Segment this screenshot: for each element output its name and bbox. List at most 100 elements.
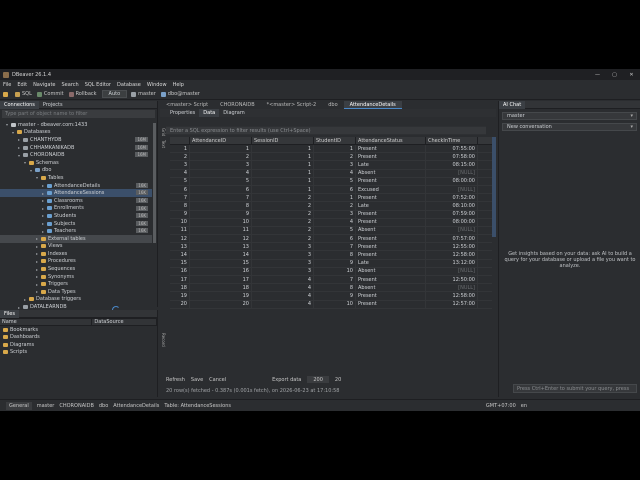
table-cell[interactable]: 3	[252, 267, 314, 275]
tree-node[interactable]: ▸ External tables	[0, 234, 152, 243]
row-number[interactable]: 12	[170, 235, 190, 243]
table-cell[interactable]: Present	[356, 300, 426, 308]
row-number[interactable]: 6	[170, 185, 190, 194]
table-cell[interactable]: [NULL]	[426, 169, 478, 177]
table-row[interactable]: 10 10 2 4 Present 08:00:00	[170, 218, 492, 227]
table-cell[interactable]: 8	[314, 251, 356, 259]
new-connection-button[interactable]	[3, 91, 10, 97]
tree-node[interactable]: ▸ Indexes	[0, 250, 152, 258]
table-cell[interactable]: Absent	[356, 169, 426, 177]
table-cell[interactable]: 1	[252, 169, 314, 177]
table-cell[interactable]: [NULL]	[426, 284, 478, 292]
subtab-properties[interactable]: Properties	[166, 109, 199, 117]
table-cell[interactable]: Excused	[356, 185, 426, 194]
tree-node[interactable]: ▾ Schemas	[0, 159, 152, 167]
table-cell[interactable]: 2	[252, 226, 314, 235]
table-cell[interactable]: 7	[314, 243, 356, 251]
table-cell[interactable]: 6	[314, 185, 356, 194]
menu-window[interactable]: Window	[147, 82, 167, 88]
row-number[interactable]: 5	[170, 177, 190, 185]
table-cell[interactable]: 14	[190, 251, 252, 259]
table-cell[interactable]: [NULL]	[426, 267, 478, 275]
tab-files[interactable]: Files	[0, 309, 19, 318]
table-row[interactable]: 6 6 1 6 Excused [NULL]	[170, 185, 492, 195]
table-cell[interactable]: Present	[356, 292, 426, 300]
table-cell[interactable]: 15	[190, 259, 252, 267]
close-button[interactable]: ✕	[623, 69, 640, 80]
row-number[interactable]: 15	[170, 259, 190, 267]
table-row[interactable]: 13 13 3 7 Present 12:55:00	[170, 243, 492, 252]
tree-node[interactable]: ▸ Sequences	[0, 265, 152, 273]
tree-node[interactable]: ▸ Classrooms 16K	[0, 197, 152, 205]
grid-column-header[interactable]: CheckInTime	[426, 137, 478, 144]
table-cell[interactable]: 4	[314, 218, 356, 226]
tree-node[interactable]: ▸ Subjects 16K	[0, 220, 152, 228]
tree-node[interactable]: ▾ Tables	[0, 174, 152, 182]
table-cell[interactable]: Present	[356, 276, 426, 284]
table-cell[interactable]: 9	[314, 292, 356, 300]
table-cell[interactable]: 12:57:00	[426, 300, 478, 308]
tree-node[interactable]: ▸ Data Types	[0, 288, 152, 296]
transaction-mode-select[interactable]: Auto	[101, 90, 128, 98]
row-number[interactable]: 16	[170, 267, 190, 275]
table-cell[interactable]: 2	[252, 194, 314, 202]
tab-connections[interactable]: Connections	[0, 100, 39, 109]
tree-node[interactable]: ▾ dbo	[0, 167, 152, 175]
table-cell[interactable]: Late	[356, 161, 426, 169]
sql-button[interactable]: SQL	[15, 91, 32, 97]
table-cell[interactable]: 9	[314, 259, 356, 267]
table-cell[interactable]: 4	[252, 276, 314, 284]
table-cell[interactable]: 1	[252, 177, 314, 185]
table-cell[interactable]: 2	[252, 235, 314, 243]
table-cell[interactable]: 3	[252, 251, 314, 259]
record-mode-button[interactable]: Record	[160, 331, 166, 349]
editor-tab[interactable]: CHORONAIDB	[214, 101, 261, 109]
panels-strip[interactable]	[492, 137, 496, 237]
editor-tab[interactable]: <master> Script	[160, 101, 214, 109]
table-cell[interactable]: 3	[314, 161, 356, 169]
table-cell[interactable]: 1	[252, 185, 314, 194]
tab-ai-chat[interactable]: AI Chat	[499, 100, 526, 109]
folder-item[interactable]: Scripts	[0, 349, 157, 357]
table-cell[interactable]: 12	[190, 235, 252, 243]
status-item[interactable]: dbo	[99, 403, 108, 409]
table-cell[interactable]: 1	[190, 145, 252, 153]
table-cell[interactable]: 07:52:00	[426, 194, 478, 202]
table-cell[interactable]: 2	[190, 153, 252, 161]
table-cell[interactable]: 12:55:00	[426, 243, 478, 251]
table-cell[interactable]: 07:59:00	[426, 210, 478, 218]
folder-item[interactable]: Diagrams	[0, 341, 157, 349]
table-cell[interactable]: Present	[356, 153, 426, 161]
table-row[interactable]: 20 20 4 10 Present 12:57:00	[170, 300, 492, 309]
table-cell[interactable]: 08:15:00	[426, 161, 478, 169]
table-cell[interactable]: 4	[252, 300, 314, 308]
table-cell[interactable]: Present	[356, 235, 426, 243]
row-number[interactable]: 20	[170, 300, 190, 308]
subtab-diagram[interactable]: Diagram	[219, 109, 248, 117]
table-cell[interactable]: 11	[190, 226, 252, 235]
table-row[interactable]: 14 14 3 8 Present 12:58:00	[170, 251, 492, 260]
table-row[interactable]: 8 8 2 2 Late 08:10:00	[170, 202, 492, 211]
schema-selector[interactable]: dbo@master	[160, 91, 200, 97]
editor-tab[interactable]: AttendanceDetails	[343, 101, 402, 109]
tree-node[interactable]: ▸ CHHAMKANIKADB 16M	[0, 144, 152, 152]
status-item[interactable]: master	[37, 403, 55, 409]
tree-node[interactable]: ▾ Databases	[0, 129, 152, 137]
tree-node[interactable]: ▸ CHANTHYDB 16M	[0, 136, 152, 144]
tree-node[interactable]: ▸ Views	[0, 243, 152, 251]
table-cell[interactable]: Present	[356, 243, 426, 251]
table-row[interactable]: 5 5 1 5 Present 08:00:00	[170, 177, 492, 186]
row-number[interactable]: 18	[170, 284, 190, 292]
table-row[interactable]: 18 18 4 8 Absent [NULL]	[170, 284, 492, 293]
table-cell[interactable]: 7	[190, 194, 252, 202]
table-cell[interactable]: 07:57:00	[426, 235, 478, 243]
cancel-button[interactable]: Cancel	[209, 377, 226, 383]
table-cell[interactable]: 12:50:00	[426, 276, 478, 284]
table-cell[interactable]: 08:00:00	[426, 177, 478, 185]
subtab-data[interactable]: Data	[199, 109, 220, 117]
table-cell[interactable]: 2	[252, 218, 314, 226]
table-row[interactable]: 19 19 4 9 Present 12:58:00	[170, 292, 492, 301]
table-cell[interactable]: 1	[252, 145, 314, 153]
table-cell[interactable]: 2	[252, 202, 314, 210]
row-number[interactable]: 19	[170, 292, 190, 300]
